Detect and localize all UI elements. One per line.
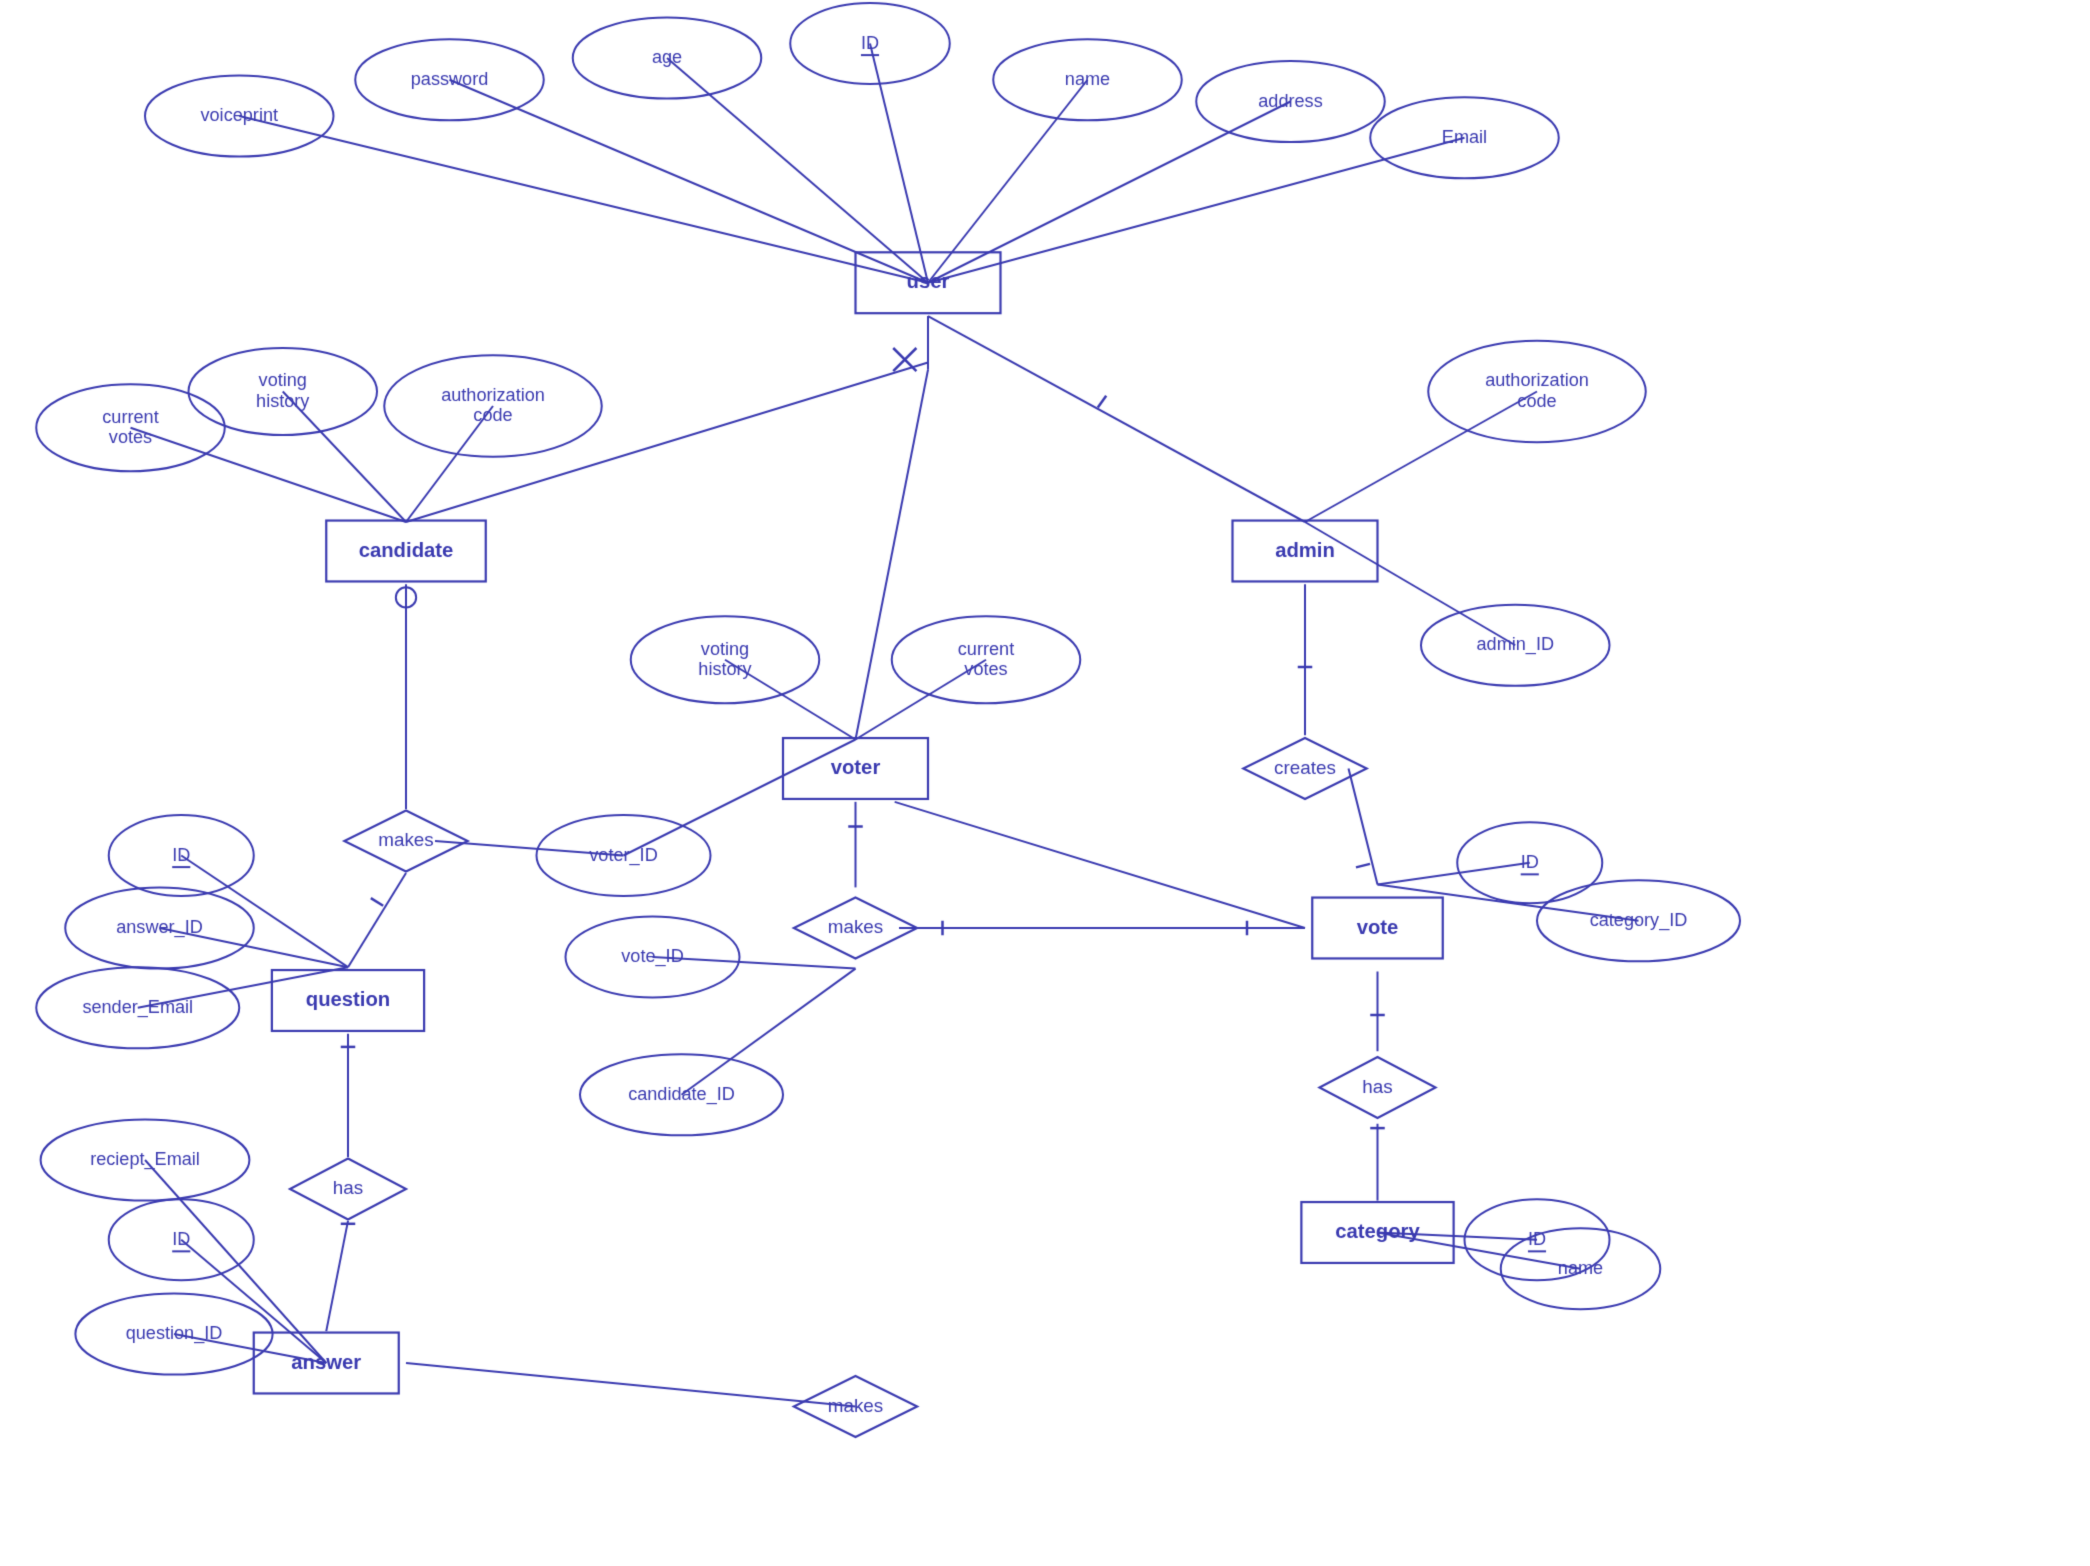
er-diagram-canvas	[0, 0, 2090, 1566]
